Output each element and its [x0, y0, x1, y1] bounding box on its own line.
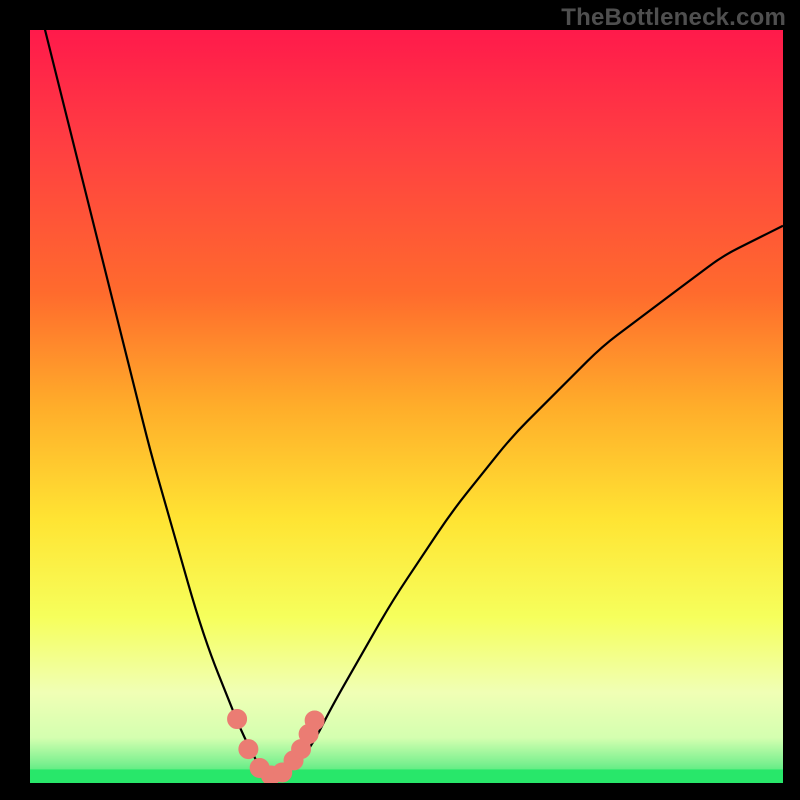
watermark-text: TheBottleneck.com: [561, 4, 786, 32]
green-baseline-band: [30, 769, 783, 783]
bottleneck-chart: [0, 0, 800, 800]
marker-dot: [239, 740, 258, 759]
marker-dot: [228, 709, 247, 728]
marker-dot: [305, 711, 324, 730]
gradient-background: [30, 30, 783, 783]
